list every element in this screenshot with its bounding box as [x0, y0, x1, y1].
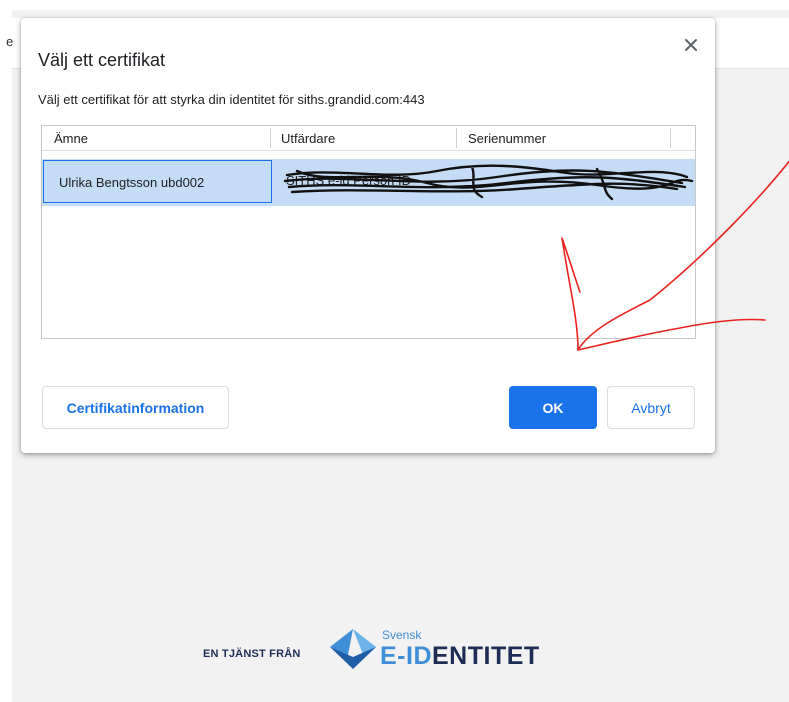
logo-wordmark-accent: E-ID	[380, 642, 432, 670]
logo-wordmark: E-IDENTITET	[380, 642, 540, 671]
footer-tagline: EN TJÄNST FRÅN	[203, 648, 301, 660]
red-arrow-annotation	[561, 160, 789, 351]
svensk-eidentitet-logo-icon	[330, 629, 376, 669]
logo-svensk-text: Svensk	[382, 628, 422, 642]
logo-wordmark-rest: ENTITET	[432, 642, 540, 670]
